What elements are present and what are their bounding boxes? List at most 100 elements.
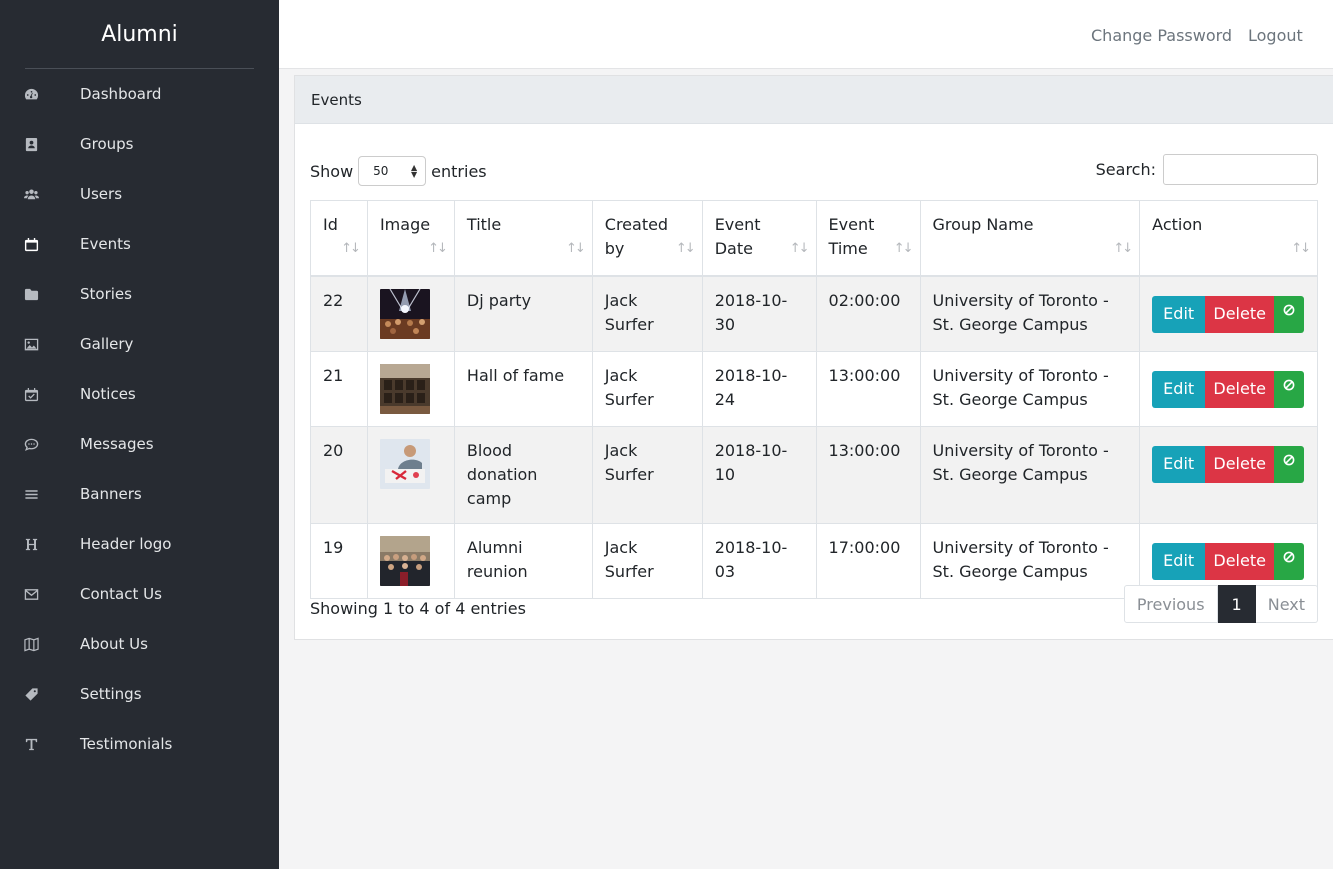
column-label: Time [828, 239, 868, 258]
sidebar-item-stories[interactable]: Stories [0, 269, 279, 319]
delete-button[interactable]: Delete [1205, 370, 1275, 408]
map-icon [0, 637, 80, 652]
sidebar-item-settings[interactable]: Settings [0, 669, 279, 719]
sidebar-item-contact-us[interactable]: Contact Us [0, 569, 279, 619]
column-header-created-by[interactable]: Created by ↑↓ [591, 200, 703, 277]
cell-created-by: Jack Surfer [591, 425, 703, 524]
delete-button[interactable]: Delete [1205, 445, 1275, 483]
bars-icon [0, 487, 80, 502]
sidebar: Alumni Dashboard Groups Users Events Sto… [0, 0, 279, 869]
cell-created-by: Jack Surfer [591, 522, 703, 599]
edit-button[interactable]: Edit [1152, 370, 1206, 408]
sidebar-item-label: About Us [80, 635, 148, 653]
sort-icon: ↑↓ [428, 240, 448, 256]
sort-icon: ↑↓ [1113, 240, 1133, 256]
card-title: Events [295, 76, 1333, 124]
column-header-group-name[interactable]: Group Name ↑↓ [919, 200, 1141, 277]
next-page-button[interactable]: Next [1255, 585, 1318, 623]
cell-group-name: University of Toronto - St. George Campu… [919, 522, 1141, 599]
pagination: Previous 1 Next [1123, 585, 1318, 623]
disable-button[interactable] [1274, 295, 1305, 333]
cell-event-time: 02:00:00 [815, 275, 921, 352]
page-1-button[interactable]: 1 [1217, 585, 1256, 623]
sidebar-item-notices[interactable]: Notices [0, 369, 279, 419]
sidebar-item-about-us[interactable]: About Us [0, 619, 279, 669]
search-input[interactable] [1163, 154, 1318, 185]
top-bar: Change Password Logout [279, 0, 1333, 69]
sort-icon: ↑↓ [675, 240, 696, 256]
sort-icon: ↑↓ [565, 240, 586, 256]
sidebar-item-testimonials[interactable]: Testimonials [0, 719, 279, 769]
sidebar-item-messages[interactable]: Messages [0, 419, 279, 469]
column-label: Event [714, 215, 761, 234]
table-header-row: Id ↑↓ Image ↑↓ Title ↑↓ Created by ↑↓ Event Da… [310, 200, 1318, 277]
event-thumbnail [379, 288, 430, 339]
cell-created-by: Jack Surfer [591, 350, 703, 427]
column-header-image[interactable]: Image ↑↓ [366, 200, 455, 277]
cell-image [366, 425, 455, 524]
column-label: by [604, 239, 625, 258]
sidebar-item-label: Users [80, 185, 123, 203]
cell-event-date: 2018-10-03 [701, 522, 817, 599]
sidebar-item-header-logo[interactable]: Header logo [0, 519, 279, 569]
sidebar-item-label: Testimonials [80, 735, 173, 753]
table-row: 20 Blood donation camp Jack Surfer 2018-… [310, 425, 1318, 524]
column-label: Id [323, 215, 338, 234]
edit-button[interactable]: Edit [1152, 295, 1206, 333]
delete-button[interactable]: Delete [1205, 295, 1275, 333]
sidebar-item-label: Notices [80, 385, 136, 403]
sidebar-item-label: Messages [80, 435, 154, 453]
cell-event-time: 13:00:00 [815, 350, 921, 427]
column-label: Date [714, 239, 753, 258]
column-header-title[interactable]: Title ↑↓ [453, 200, 593, 277]
cell-action: Edit Delete [1139, 275, 1318, 352]
column-label: Title [466, 215, 502, 234]
cell-image [366, 522, 455, 599]
disable-button[interactable] [1274, 445, 1305, 483]
column-label: Group Name [932, 215, 1034, 234]
disable-button[interactable] [1274, 542, 1305, 580]
page-size-value: 50 [373, 164, 389, 178]
cell-id: 20 [310, 425, 368, 524]
edit-button[interactable]: Edit [1152, 445, 1206, 483]
sidebar-item-label: Banners [80, 485, 142, 503]
delete-button[interactable]: Delete [1205, 542, 1275, 580]
change-password-link[interactable]: Change Password [1091, 26, 1232, 45]
events-card: Events Show 50 ▲ ▼ entries Search: Id ↑↓ I… [294, 75, 1333, 640]
edit-button[interactable]: Edit [1152, 542, 1206, 580]
sort-icon: ↑↓ [1291, 240, 1311, 256]
cell-image [366, 275, 455, 352]
cell-group-name: University of Toronto - St. George Campu… [919, 275, 1141, 352]
previous-page-button[interactable]: Previous [1123, 585, 1218, 623]
sidebar-item-label: Settings [80, 685, 142, 703]
heading-icon [0, 537, 80, 552]
sidebar-item-users[interactable]: Users [0, 169, 279, 219]
events-table: Id ↑↓ Image ↑↓ Title ↑↓ Created by ↑↓ Event Da… [310, 200, 1318, 599]
cell-title: Dj party [453, 275, 593, 352]
sidebar-item-label: Header logo [80, 535, 172, 553]
column-header-action[interactable]: Action ↑↓ [1139, 200, 1318, 277]
ban-icon [1283, 454, 1295, 465]
users-icon [0, 187, 80, 202]
sidebar-item-dashboard[interactable]: Dashboard [0, 69, 279, 119]
disable-button[interactable] [1274, 370, 1305, 408]
sidebar-item-events[interactable]: Events [0, 219, 279, 269]
cell-event-time: 17:00:00 [815, 522, 921, 599]
sidebar-item-banners[interactable]: Banners [0, 469, 279, 519]
logout-link[interactable]: Logout [1248, 26, 1303, 45]
search-control: Search: [1096, 154, 1318, 185]
envelope-icon [0, 587, 80, 602]
column-header-event-time[interactable]: Event Time ↑↓ [815, 200, 921, 277]
column-header-id[interactable]: Id ↑↓ [310, 200, 368, 277]
table-row: 21 Hall of fame Jack Surfer 2018-10-24 1… [310, 350, 1318, 427]
column-header-event-date[interactable]: Event Date ↑↓ [701, 200, 817, 277]
sidebar-item-groups[interactable]: Groups [0, 119, 279, 169]
cell-action: Edit Delete [1139, 425, 1318, 524]
cell-event-date: 2018-10-30 [701, 275, 817, 352]
cell-event-date: 2018-10-10 [701, 425, 817, 524]
sidebar-item-gallery[interactable]: Gallery [0, 319, 279, 369]
event-thumbnail [379, 363, 430, 414]
address-book-icon [0, 137, 80, 152]
cell-id: 22 [310, 275, 368, 352]
page-size-select[interactable]: 50 ▲ ▼ [358, 156, 427, 186]
